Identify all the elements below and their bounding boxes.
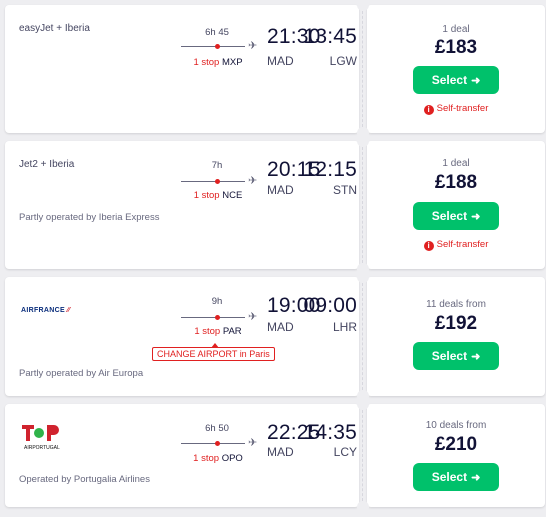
flight-duration: 6h 45 (205, 27, 229, 38)
self-transfer-warning[interactable]: i Self-transfer (367, 239, 545, 251)
arrow-right-icon: ➜ (471, 75, 481, 87)
result-card: AIRPORTUGAL 14:35 LCY 6h 50 ✈ 1 stop OPO… (5, 398, 545, 513)
stop-dot (215, 179, 220, 184)
ticket-divider (362, 11, 363, 127)
airline-name: Jet2 + Iberia (19, 159, 75, 170)
plane-icon: ✈ (248, 437, 258, 449)
departure-airport: LGW (329, 54, 357, 68)
airfrance-logo: AIRFRANCE ⁄⁄ (21, 307, 71, 314)
plane-icon: ✈ (248, 311, 258, 323)
operated-by: Operated by Portugalia Airlines (19, 474, 150, 485)
arrow-right-icon: ➜ (471, 211, 481, 223)
stops-info: 1 stop NCE (193, 190, 243, 201)
ticket-divider (362, 410, 363, 501)
self-transfer-warning[interactable]: i Self-transfer (367, 103, 545, 115)
arrival-time: 22:25 (267, 421, 321, 444)
arrival-time: 20:15 (267, 158, 321, 181)
change-airport-badge: CHANGE AIRPORT in Paris (152, 343, 275, 361)
stop-dot (215, 441, 220, 446)
price-panel (367, 277, 545, 396)
route-line (181, 317, 245, 318)
plane-icon: ✈ (248, 175, 258, 187)
info-icon: i (423, 241, 434, 251)
flight-duration: 9h (211, 296, 223, 307)
svg-text:AIRPORTUGAL: AIRPORTUGAL (24, 445, 60, 451)
select-button[interactable]: Select ➜ (413, 66, 499, 94)
airline-name: easyJet + Iberia (19, 23, 90, 34)
route-line (181, 181, 245, 182)
departure-airport: STN (333, 183, 357, 197)
flight-duration: 6h 50 (205, 423, 229, 434)
select-button[interactable]: Select ➜ (413, 463, 499, 491)
arrival-airport: MAD (267, 320, 294, 334)
route-line (181, 46, 245, 47)
operated-by: Partly operated by Air Europa (19, 368, 144, 379)
price: £188 (434, 172, 478, 193)
select-button[interactable]: Select ➜ (413, 342, 499, 370)
tap-portugal-logo: AIRPORTUGAL (22, 425, 60, 451)
departure-airport: LHR (332, 320, 357, 334)
select-button[interactable]: Select ➜ (413, 202, 499, 230)
deals-count: 1 deal (442, 24, 470, 35)
info-icon: i (423, 105, 434, 115)
result-card: AIRFRANCE ⁄⁄ 09:00 LHR 9h ✈ 1 stop PAR C… (5, 271, 545, 402)
arrow-right-icon: ➜ (471, 351, 481, 363)
price: £183 (434, 37, 478, 58)
arrival-time: 19:00 (267, 294, 321, 317)
stop-dot (215, 44, 220, 49)
result-card: Jet2 + Iberia 12:15 STN 7h ✈ 1 stop NCE … (5, 135, 545, 275)
departure-airport: LCY (333, 445, 357, 459)
ticket-divider (362, 147, 363, 263)
stop-dot (215, 315, 220, 320)
arrival-airport: MAD (267, 183, 294, 197)
deals-count: 11 deals from (426, 299, 486, 310)
route-line (181, 443, 245, 444)
price: £192 (434, 313, 478, 334)
stops-info: 1 stop PAR (194, 326, 242, 337)
operated-by: Partly operated by Iberia Express (19, 212, 160, 223)
result-card: easyJet + Iberia 13:45 LGW 6h 45 ✈ 1 sto… (5, 0, 545, 139)
price: £210 (434, 434, 478, 455)
arrival-time: 21:30 (267, 25, 321, 48)
ticket-divider (362, 283, 363, 390)
arrow-right-icon: ➜ (471, 472, 481, 484)
deals-count: 1 deal (442, 158, 470, 169)
flight-duration: 7h (211, 160, 223, 171)
stops-info: 1 stop MXP (193, 57, 243, 68)
stops-info: 1 stop OPO (193, 453, 243, 464)
deals-count: 10 deals from (425, 420, 487, 431)
arrival-airport: MAD (267, 54, 294, 68)
plane-icon: ✈ (248, 40, 258, 52)
arrival-airport: MAD (267, 445, 294, 459)
